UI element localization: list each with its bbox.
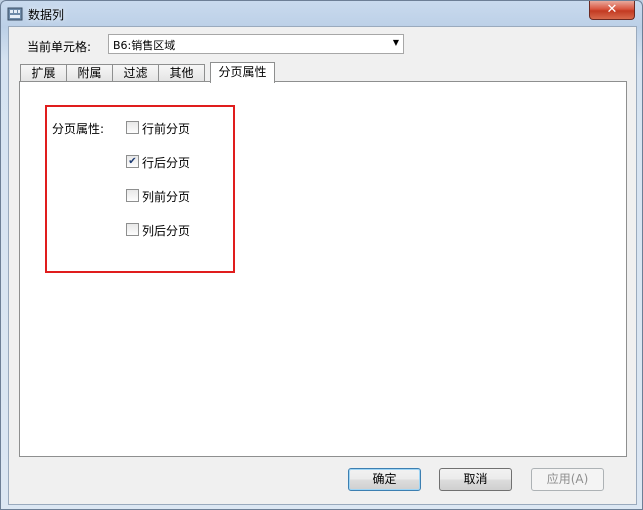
checkbox-label: 列前分页 bbox=[142, 190, 191, 204]
window-title: 数据列 bbox=[28, 8, 65, 22]
title-bar[interactable]: 数据列 ✕ bbox=[1, 1, 642, 27]
dialog-window: 数据列 ✕ 当前单元格: B6:销售区域 ▼ 扩展 附属 过滤 其他 分页属性 … bbox=[0, 0, 643, 510]
checkbox-label: 行前分页 bbox=[142, 122, 191, 136]
apply-button[interactable]: 应用(A) bbox=[531, 468, 604, 491]
ok-button[interactable]: 确定 bbox=[348, 468, 421, 491]
cancel-button[interactable]: 取消 bbox=[439, 468, 512, 491]
tab-extend[interactable]: 扩展 bbox=[20, 64, 67, 82]
checkbox-before-column[interactable] bbox=[126, 189, 139, 202]
current-cell-select[interactable]: B6:销售区域 ▼ bbox=[108, 34, 404, 54]
app-icon bbox=[7, 7, 23, 21]
tab-other[interactable]: 其他 bbox=[158, 64, 205, 82]
paging-properties-label: 分页属性: bbox=[52, 122, 105, 136]
tab-paging-properties[interactable]: 分页属性 bbox=[210, 62, 275, 83]
checkbox-before-row[interactable] bbox=[126, 121, 139, 134]
current-cell-label: 当前单元格: bbox=[27, 40, 92, 54]
chevron-down-icon: ▼ bbox=[392, 38, 399, 47]
checkbox-label: 行后分页 bbox=[142, 156, 191, 170]
checkbox-after-row[interactable]: ✔ bbox=[126, 155, 139, 168]
current-cell-value: B6:销售区域 bbox=[113, 39, 176, 52]
dialog-client: 当前单元格: B6:销售区域 ▼ 扩展 附属 过滤 其他 分页属性 分页属性: … bbox=[8, 26, 637, 505]
close-icon: ✕ bbox=[606, 2, 618, 17]
checkmark-icon: ✔ bbox=[128, 156, 137, 167]
checkbox-after-column[interactable] bbox=[126, 223, 139, 236]
checkbox-label: 列后分页 bbox=[142, 224, 191, 238]
paging-panel: 分页属性: 行前分页 ✔ 行后分页 列前分页 列后分页 bbox=[19, 81, 627, 457]
tab-filter[interactable]: 过滤 bbox=[112, 64, 159, 82]
close-button[interactable]: ✕ bbox=[589, 1, 635, 20]
tab-attach[interactable]: 附属 bbox=[66, 64, 113, 82]
